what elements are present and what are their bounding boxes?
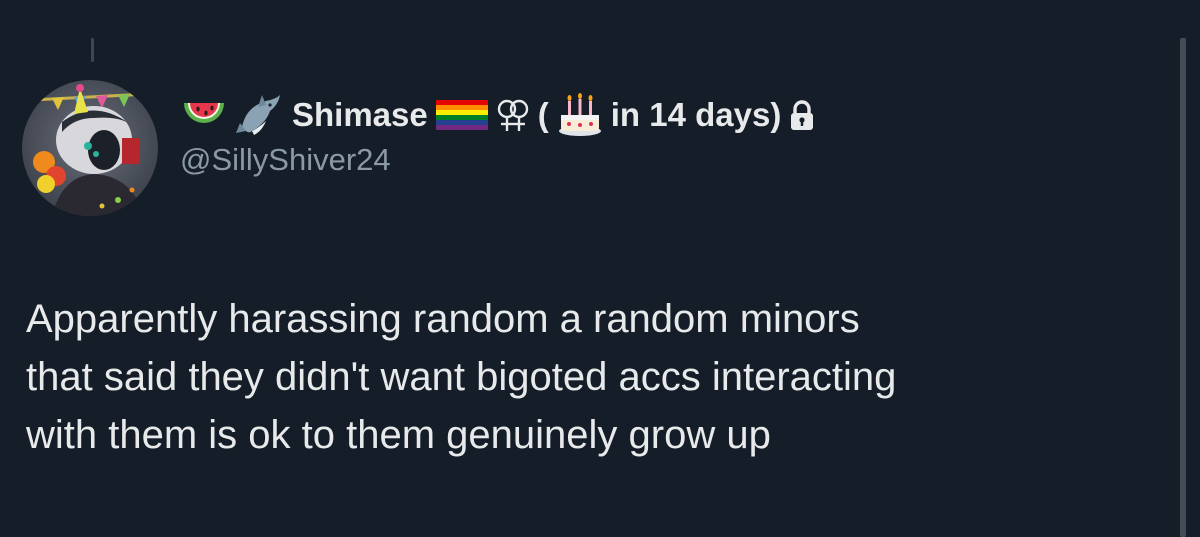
author-display-name[interactable]: Shimase xyxy=(292,96,428,134)
birthday-cake-icon xyxy=(557,93,603,137)
birthday-countdown: in 14 days) xyxy=(610,96,782,133)
post-header: Shimase (in 14 days) @SillyShiver24 xyxy=(180,84,1140,178)
lock-icon xyxy=(789,99,815,131)
shark-icon xyxy=(236,93,284,137)
avatar[interactable] xyxy=(22,80,158,216)
rainbow-flag-icon xyxy=(435,100,488,130)
watermelon-icon xyxy=(180,95,228,135)
birthday-open-paren: ( xyxy=(537,96,549,133)
sapphic-symbol-icon xyxy=(496,97,530,133)
author-handle[interactable]: @SillyShiver24 xyxy=(180,142,1140,178)
scrollbar[interactable] xyxy=(1180,38,1186,537)
author-name-row: Shimase (in 14 days) xyxy=(180,84,1140,146)
thread-connector-line xyxy=(91,38,94,62)
post-text: Apparently harassing random a random min… xyxy=(26,297,897,457)
